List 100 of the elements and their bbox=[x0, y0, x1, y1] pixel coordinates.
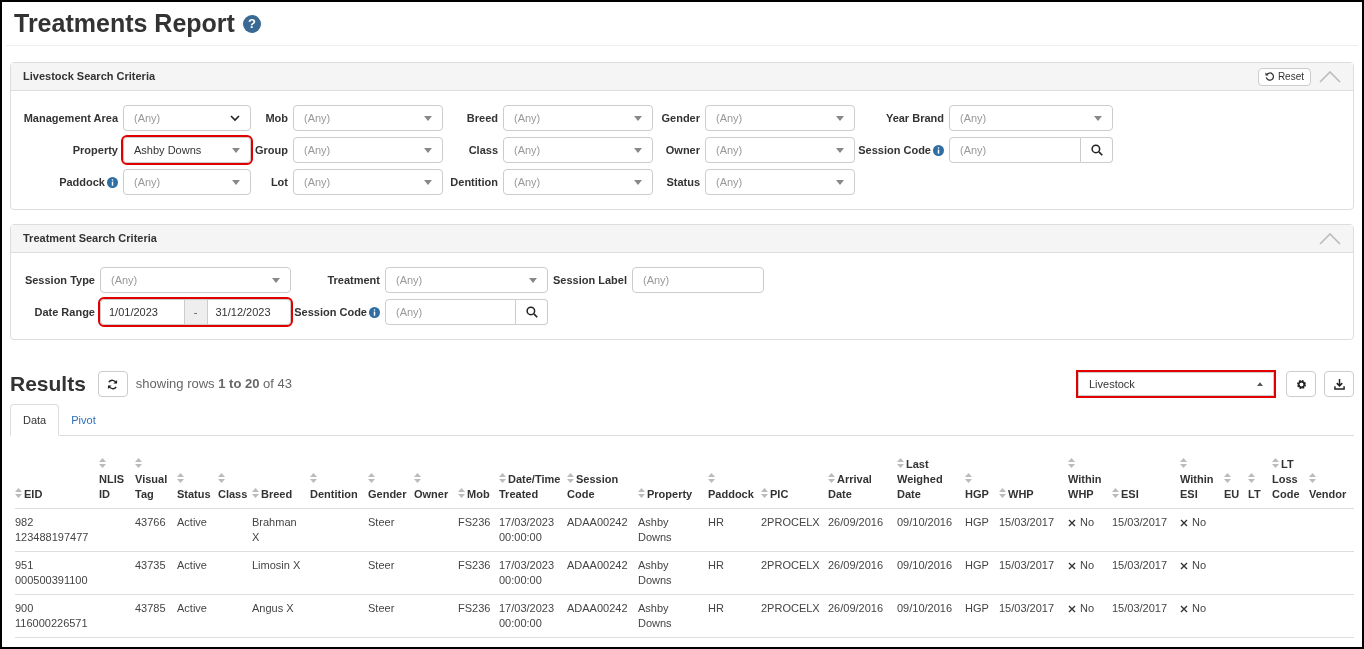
column-header[interactable]: Status bbox=[177, 472, 214, 502]
field-label: Management Area bbox=[23, 110, 118, 126]
date-range-field[interactable]: 1/01/2023 - 31/12/2023 bbox=[100, 299, 291, 325]
sort-icon bbox=[368, 473, 375, 483]
field-label: Owner bbox=[665, 142, 700, 158]
column-header[interactable]: Property bbox=[638, 487, 704, 502]
column-header[interactable]: Mob bbox=[458, 487, 495, 502]
field-value: Ashby Downs bbox=[134, 142, 202, 158]
field-label: Mob bbox=[265, 110, 288, 126]
table-cell: HR bbox=[708, 602, 724, 614]
column-header[interactable]: Within WHP bbox=[1068, 457, 1108, 502]
field-placeholder: (Any) bbox=[134, 110, 161, 126]
column-header[interactable]: ESI bbox=[1112, 487, 1176, 502]
caret-icon bbox=[634, 147, 642, 153]
sort-icon bbox=[414, 473, 421, 483]
settings-icon bbox=[1295, 378, 1307, 390]
table-cell: 951 000500391100 bbox=[15, 559, 88, 586]
caret-icon bbox=[634, 179, 642, 185]
column-header[interactable]: Gender bbox=[368, 472, 410, 502]
column-header[interactable]: Within ESI bbox=[1180, 457, 1220, 502]
download-icon bbox=[1333, 378, 1345, 390]
caret-icon bbox=[232, 179, 240, 185]
sort-icon bbox=[965, 473, 972, 483]
field-label: Class bbox=[468, 142, 498, 158]
cross-icon bbox=[1180, 561, 1188, 570]
table-cell: FS236 bbox=[458, 516, 491, 528]
table-cell: 09/10/2016 bbox=[897, 559, 953, 571]
column-header[interactable]: LT bbox=[1248, 472, 1268, 502]
table-cell: Ashby Downs bbox=[638, 559, 672, 586]
column-header[interactable]: Breed bbox=[252, 487, 306, 502]
column-header[interactable]: EU bbox=[1224, 472, 1244, 502]
field-label: Session Code bbox=[294, 304, 367, 320]
column-header[interactable]: Class bbox=[218, 472, 248, 502]
column-header[interactable]: NLIS ID bbox=[99, 457, 131, 502]
settings-button[interactable] bbox=[1286, 371, 1316, 397]
table-cell: Ashby Downs bbox=[638, 602, 672, 629]
column-header[interactable]: PIC bbox=[761, 487, 824, 502]
column-header[interactable]: Dentition bbox=[310, 472, 364, 502]
panel-title: Livestock Search Criteria bbox=[23, 69, 156, 85]
select-field[interactable]: Ashby Downs bbox=[123, 137, 251, 163]
column-header[interactable]: Session Code bbox=[567, 472, 634, 502]
table-cell: 43735 bbox=[135, 559, 166, 571]
tab[interactable]: Pivot bbox=[59, 404, 108, 436]
caret-icon bbox=[424, 115, 432, 121]
refresh-button[interactable] bbox=[97, 371, 128, 397]
sort-icon bbox=[761, 488, 768, 498]
sort-icon bbox=[828, 473, 835, 483]
field-label: Status bbox=[666, 174, 700, 190]
table-cell: ADAA00242 bbox=[567, 602, 628, 614]
cross-icon bbox=[1180, 518, 1188, 527]
table-cell: Steer bbox=[368, 516, 395, 528]
table-cell: ADAA00242 bbox=[567, 516, 628, 528]
search-button[interactable] bbox=[516, 299, 548, 325]
field-placeholder: (Any) bbox=[643, 272, 670, 288]
sort-icon bbox=[135, 458, 142, 468]
field-placeholder: (Any) bbox=[304, 110, 331, 126]
column-header[interactable]: Owner bbox=[414, 472, 454, 502]
help-button[interactable]: ? bbox=[242, 14, 261, 33]
table-cell: Limosin X bbox=[252, 559, 301, 571]
reset-button[interactable]: Reset bbox=[1257, 67, 1311, 86]
table-cell: Active bbox=[177, 602, 207, 614]
column-header[interactable]: HGP bbox=[965, 472, 995, 502]
table-cell: Active bbox=[177, 516, 207, 528]
table-cell: 17/03/2023 00:00:00 bbox=[499, 516, 555, 543]
table-cell: 15/03/2017 bbox=[1112, 516, 1168, 528]
table-cell: No bbox=[1080, 558, 1095, 573]
view-select[interactable]: Livestock bbox=[1078, 372, 1274, 396]
field-placeholder: (Any) bbox=[514, 174, 541, 190]
table-cell: FS236 bbox=[458, 559, 491, 571]
field-label: Treatment bbox=[327, 272, 380, 288]
table-cell: Active bbox=[177, 559, 207, 571]
table-cell: Steer bbox=[368, 559, 395, 571]
field-placeholder: (Any) bbox=[514, 110, 541, 126]
column-header[interactable]: WHP bbox=[999, 487, 1064, 502]
chevron-down-icon bbox=[230, 114, 240, 122]
column-header[interactable]: LT Loss Code bbox=[1272, 457, 1305, 502]
search-icon bbox=[525, 306, 538, 318]
sort-icon bbox=[15, 488, 22, 498]
column-header[interactable]: Arrival Date bbox=[828, 472, 893, 502]
table-cell: FS236 bbox=[458, 602, 491, 614]
sort-icon bbox=[218, 473, 225, 483]
column-header[interactable]: Vendor bbox=[1309, 472, 1350, 502]
field-label: Lot bbox=[270, 174, 288, 190]
tab[interactable]: Data bbox=[10, 404, 60, 436]
table-cell: 15/03/2017 bbox=[999, 559, 1055, 571]
caret-icon bbox=[836, 147, 844, 153]
field-label: Year Brand bbox=[885, 110, 944, 126]
table-cell: HGP bbox=[965, 516, 989, 528]
column-header[interactable]: Date/Time Treated bbox=[499, 472, 563, 502]
range-separator: - bbox=[183, 300, 208, 324]
column-header[interactable]: EID bbox=[15, 487, 95, 502]
column-header[interactable]: Visual Tag bbox=[135, 457, 173, 502]
sort-icon bbox=[1068, 458, 1075, 468]
download-button[interactable] bbox=[1324, 371, 1354, 397]
rows-summary: showing rows 1 to 20 of 43 bbox=[135, 375, 292, 394]
search-button[interactable] bbox=[1081, 137, 1113, 163]
column-header[interactable]: Last Weighed Date bbox=[897, 457, 961, 502]
caret-icon bbox=[529, 277, 537, 283]
page-title: Treatments Report bbox=[14, 7, 235, 39]
column-header[interactable]: Paddock bbox=[708, 472, 757, 502]
